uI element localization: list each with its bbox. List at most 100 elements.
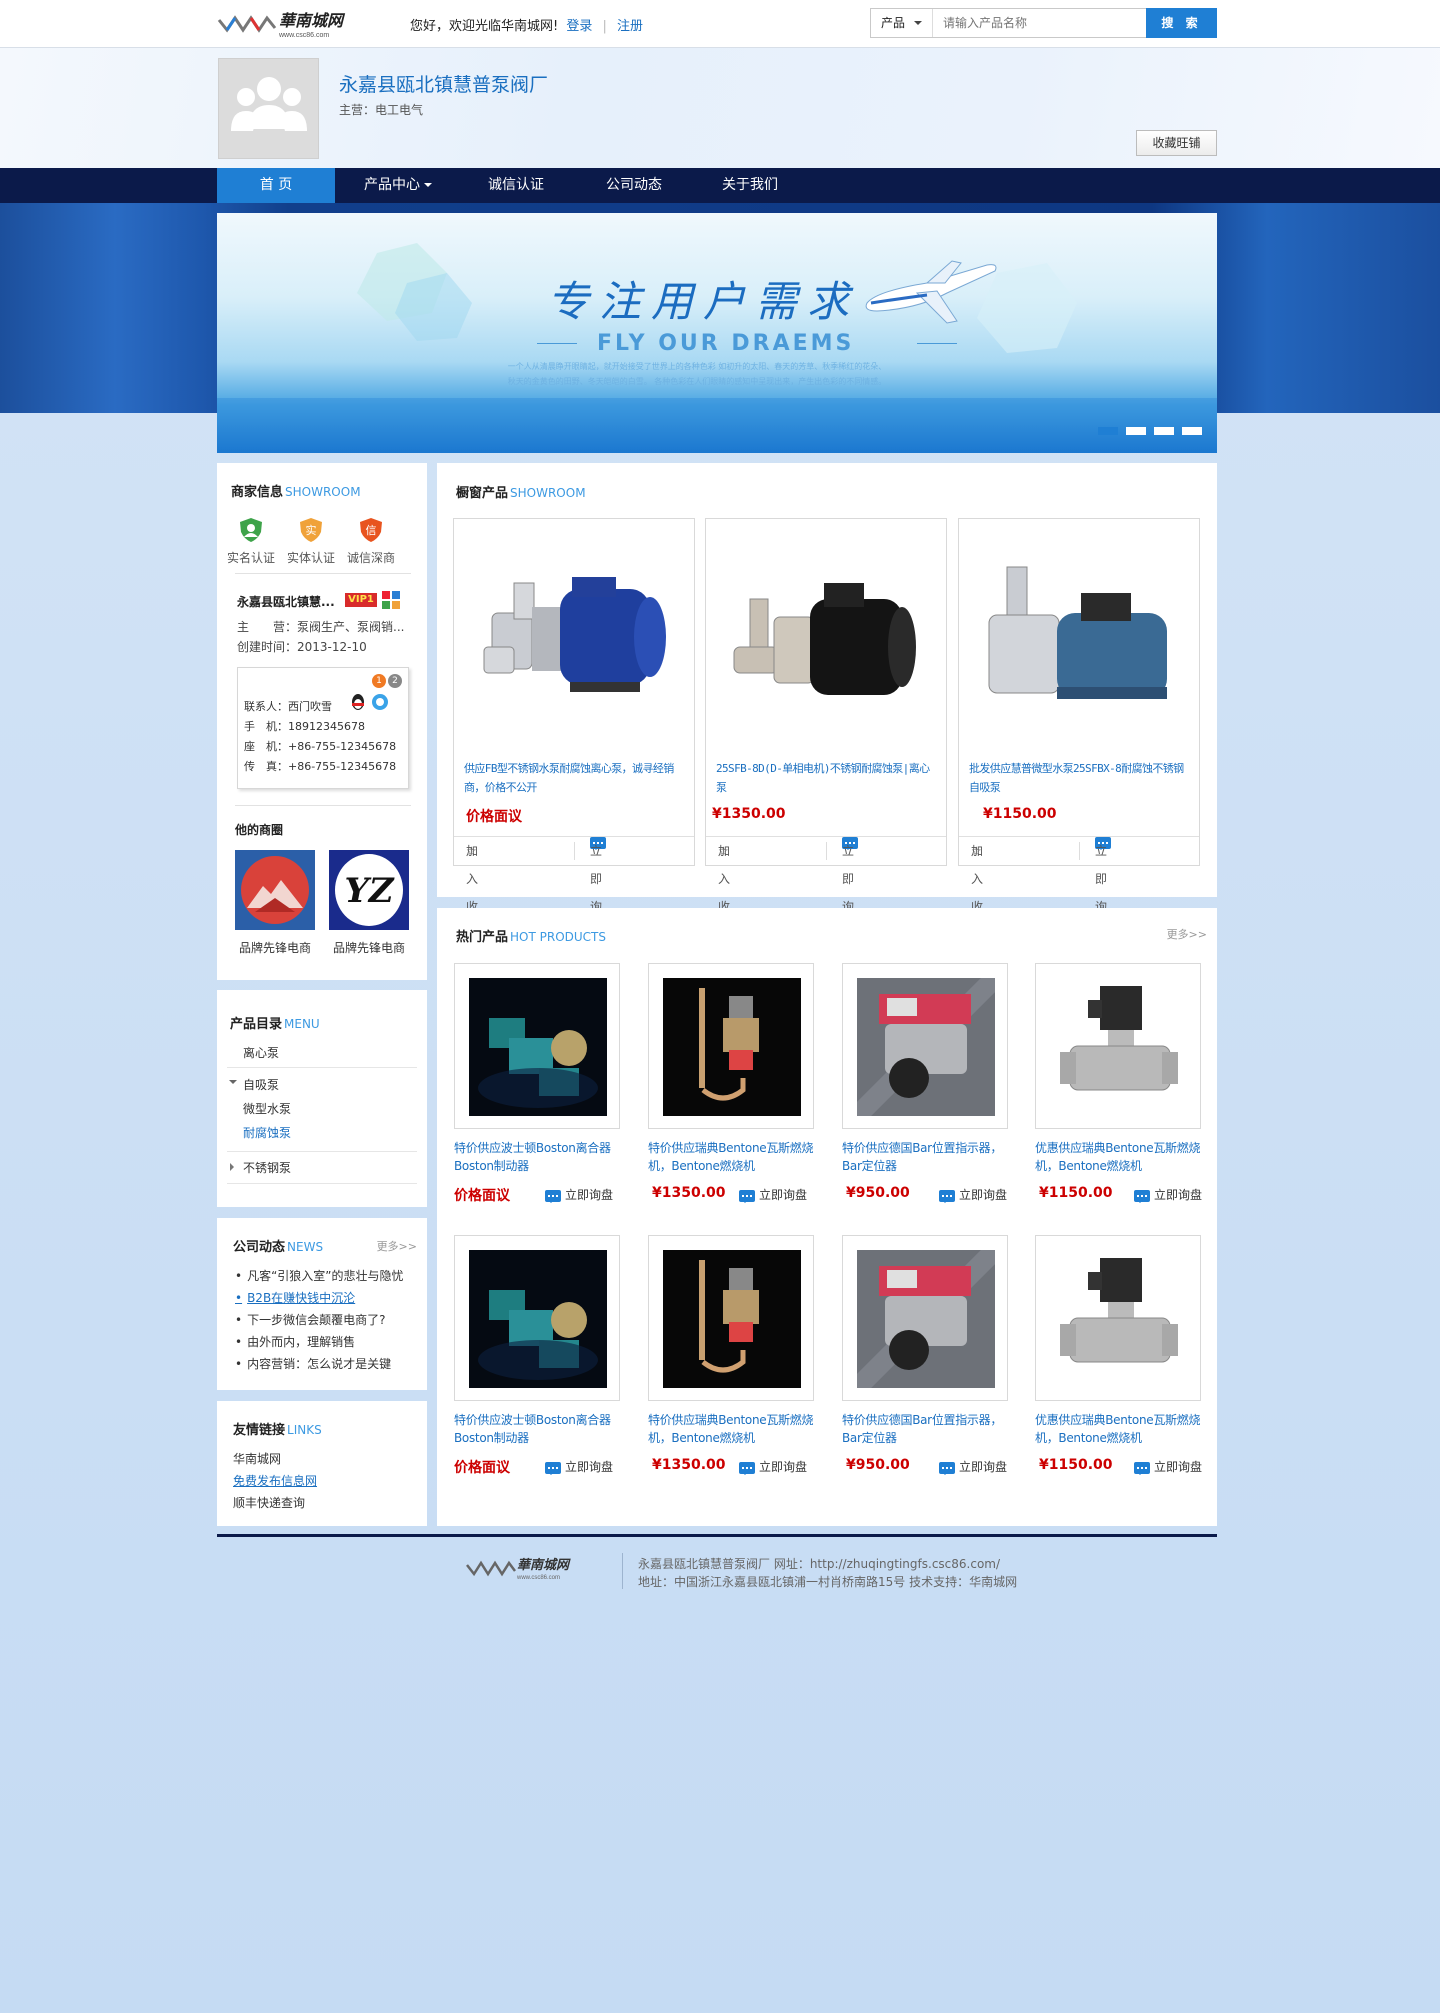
inquiry-button[interactable]: 立即询盘 xyxy=(739,1458,807,1475)
product-actions: ☆加入收藏 立即询盘 xyxy=(454,836,694,942)
product-title[interactable]: 特价供应波士顿Boston离合器Boston制动器 xyxy=(454,1411,626,1447)
menu-item[interactable]: 自吸泵 xyxy=(243,1076,279,1093)
product-title[interactable]: 优惠供应瑞典Bentone瓦斯燃烧机，Bentone燃烧机 xyxy=(1035,1411,1207,1447)
qq-icon[interactable] xyxy=(348,692,368,712)
inquiry-button[interactable]: 立即询盘 xyxy=(545,1458,613,1475)
badge-entity[interactable]: 实 实体认证 xyxy=(281,517,341,566)
section-title-en: HOT PRODUCTS xyxy=(510,930,606,944)
nav-certification[interactable]: 诚信认证 xyxy=(457,168,575,203)
hot-more-link[interactable]: 更多>> xyxy=(1167,926,1207,942)
product-image[interactable] xyxy=(1035,963,1201,1129)
friend-link[interactable]: 顺丰快递查询 xyxy=(233,1494,305,1511)
vip-badge: VIP1 xyxy=(345,593,377,607)
showroom-product-card[interactable]: 供应FB型不锈钢水泵耐腐蚀离心泵，诚寻经销商，价格不公开 价格面议 ☆加入收藏 … xyxy=(453,518,695,942)
hot-products-section: 热门产品 HOT PRODUCTS 更多>> 特价供应波士顿Boston离合器Bo… xyxy=(437,908,1217,1526)
inquiry-button[interactable]: 立即询盘 xyxy=(1134,1458,1202,1475)
friend-link[interactable]: 华南城网 xyxy=(233,1450,281,1467)
pump-image[interactable] xyxy=(462,527,686,742)
menu-item[interactable]: 不锈钢泵 xyxy=(243,1159,291,1176)
slider-dot[interactable] xyxy=(1098,427,1118,435)
showroom-product-card[interactable]: 25SFB-8D(D-单相电机)不锈钢耐腐蚀泵|离心泵 ¥1350.00 ☆ 加入… xyxy=(705,518,947,942)
badge-realname[interactable]: 实名认证 xyxy=(221,517,281,566)
product-price: ¥1350.00 xyxy=(652,1185,726,1201)
news-item[interactable]: 凡客“引狼入室”的悲壮与隐忧 xyxy=(235,1267,403,1284)
created-line: 创建时间：2013-12-10 xyxy=(237,638,367,655)
product-image[interactable] xyxy=(648,1235,814,1401)
pump-image[interactable] xyxy=(714,527,938,742)
product-price: 价格面议 xyxy=(466,809,522,825)
chat-icon xyxy=(1134,1461,1150,1475)
contact-page-2[interactable]: 2 xyxy=(388,674,402,688)
product-title[interactable]: 供应FB型不锈钢水泵耐腐蚀离心泵，诚寻经销商，价格不公开 xyxy=(464,759,686,797)
register-link[interactable]: 注册 xyxy=(617,19,643,34)
news-item[interactable]: 内容营销：怎么说才是关键 xyxy=(235,1355,391,1372)
chat-icon xyxy=(939,1461,955,1475)
brand-logo[interactable] xyxy=(235,850,315,930)
inquiry-button[interactable]: 立即询盘 xyxy=(939,1186,1007,1203)
brand-label[interactable]: 品牌先锋电商 xyxy=(319,939,419,956)
product-title[interactable]: 特价供应波士顿Boston离合器Boston制动器 xyxy=(454,1139,626,1175)
product-title[interactable]: 特价供应德国Bar位置指示器，Bar定位器 xyxy=(842,1411,1014,1447)
product-title[interactable]: 批发供应慧普微型水泵25SFBX-8耐腐蚀不锈钢自吸泵 xyxy=(969,759,1191,797)
product-image[interactable] xyxy=(648,963,814,1129)
news-more-link[interactable]: 更多>> xyxy=(377,1238,417,1254)
friend-link[interactable]: 免费发布信息网 xyxy=(233,1472,317,1489)
search-input[interactable] xyxy=(933,9,1148,37)
slider-dot[interactable] xyxy=(1126,427,1146,435)
banner-subtitle: FLY OUR DRAEMS xyxy=(597,331,855,356)
main-nav: 首 页 产品中心 诚信认证 公司动态 关于我们 xyxy=(0,168,1440,203)
menu-subitem[interactable]: 微型水泵 xyxy=(243,1100,291,1117)
inquiry-button[interactable]: 立即询盘 xyxy=(939,1458,1007,1475)
greeting-text: 您好，欢迎光临华南城网! xyxy=(410,19,559,34)
slider-dot[interactable] xyxy=(1182,427,1202,435)
footer-logo[interactable]: 華南城网 www.csc86.com xyxy=(465,1553,575,1581)
product-title[interactable]: 优惠供应瑞典Bentone瓦斯燃烧机，Bentone燃烧机 xyxy=(1035,1139,1207,1175)
slider-dot[interactable] xyxy=(1154,427,1174,435)
nav-about[interactable]: 关于我们 xyxy=(691,168,809,203)
search-button[interactable]: 搜 索 xyxy=(1146,8,1217,38)
menu-item[interactable]: 离心泵 xyxy=(243,1044,279,1061)
product-price: ¥1150.00 xyxy=(1039,1185,1113,1201)
nav-home[interactable]: 首 页 xyxy=(217,168,335,203)
inquiry-button[interactable]: 立即询盘 xyxy=(739,1186,807,1203)
badge-label: 诚信深商 xyxy=(346,551,395,565)
product-price: ¥950.00 xyxy=(846,1457,910,1473)
brand-logo[interactable]: YZ xyxy=(329,850,409,930)
news-item[interactable]: 由外而内，理解销售 xyxy=(235,1333,355,1350)
search-category-select[interactable]: 产品 xyxy=(871,9,933,37)
login-link[interactable]: 登录 xyxy=(566,19,592,34)
favorite-shop-button[interactable]: 收藏旺铺 xyxy=(1136,130,1217,156)
news-item[interactable]: 下一步微信会颠覆电商了? xyxy=(235,1311,385,1328)
product-title[interactable]: 特价供应瑞典Bentone瓦斯燃烧机，Bentone燃烧机 xyxy=(648,1411,820,1447)
product-image[interactable] xyxy=(1035,1235,1201,1401)
badge-integrity[interactable]: 信 诚信深商 xyxy=(341,517,401,566)
inquiry-button[interactable]: 立即询盘 xyxy=(545,1186,613,1203)
contact-page-1[interactable]: 1 xyxy=(372,674,386,688)
brand-label[interactable]: 品牌先锋电商 xyxy=(225,939,325,956)
product-title[interactable]: 25SFB-8D(D-单相电机)不锈钢耐腐蚀泵|离心泵 xyxy=(716,759,938,797)
showroom-product-card[interactable]: 批发供应慧普微型水泵25SFBX-8耐腐蚀不锈钢自吸泵 ¥1150.00 ☆ 加入… xyxy=(958,518,1200,942)
product-image[interactable] xyxy=(454,1235,620,1401)
divider xyxy=(235,805,411,806)
chat-icon xyxy=(1134,1189,1150,1203)
product-title[interactable]: 特价供应瑞典Bentone瓦斯燃烧机，Bentone燃烧机 xyxy=(648,1139,820,1175)
product-title[interactable]: 特价供应德国Bar位置指示器，Bar定位器 xyxy=(842,1139,1014,1175)
nav-news[interactable]: 公司动态 xyxy=(575,168,693,203)
product-image[interactable] xyxy=(842,963,1008,1129)
divider xyxy=(235,573,411,574)
pump-image[interactable] xyxy=(967,527,1191,742)
menu-subitem-active[interactable]: 耐腐蚀泵 xyxy=(243,1124,291,1141)
product-image[interactable] xyxy=(454,963,620,1129)
label: 联系人： xyxy=(244,700,288,713)
chat-bubble-icon[interactable] xyxy=(370,692,390,712)
panel-title-en: SHOWROOM xyxy=(285,485,361,499)
product-image[interactable] xyxy=(842,1235,1008,1401)
nav-products[interactable]: 产品中心 xyxy=(339,168,457,203)
solenoid-valve-image xyxy=(1050,1250,1188,1388)
inquiry-button[interactable]: 立即询盘 xyxy=(1134,1186,1202,1203)
nav-products-label: 产品中心 xyxy=(364,177,420,193)
banner-slider[interactable]: 专注用户需求 FLY OUR DRAEMS 一个人从清晨睁开眼睛起，就开始接受了… xyxy=(217,213,1217,453)
news-item[interactable]: B2B在赚快钱中沉沦 xyxy=(235,1289,355,1306)
logo-sub: www.csc86.com xyxy=(278,32,329,39)
site-logo[interactable]: 華南城网 www.csc86.com xyxy=(217,6,355,40)
